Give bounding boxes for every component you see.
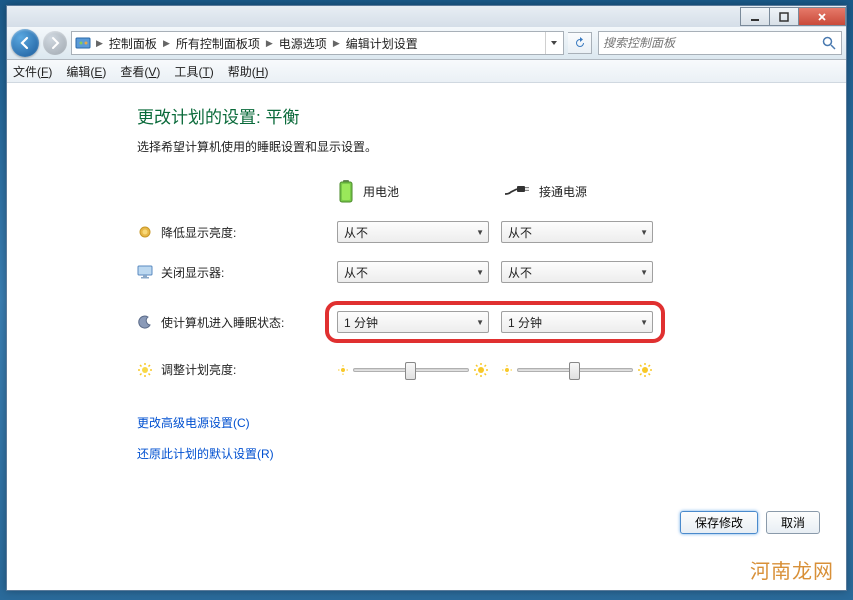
columns-header: 用电池 接通电源 [137,179,820,203]
display-battery-dropdown[interactable]: 从不▼ [337,261,489,283]
row-brightness-label: 调整计划亮度: [161,361,236,378]
cancel-button[interactable]: 取消 [766,511,820,534]
dim-icon [137,224,153,240]
maximize-button[interactable] [769,7,799,26]
chevron-down-icon: ▼ [476,228,484,237]
chevron-down-icon: ▼ [476,268,484,277]
breadcrumb-item[interactable]: 控制面板 [107,35,159,52]
dim-plugged-dropdown[interactable]: 从不▼ [501,221,653,243]
slider-thumb[interactable] [405,362,416,380]
content: 更改计划的设置: 平衡 选择希望计算机使用的睡眠设置和显示设置。 用电池 接通电… [7,83,846,590]
control-panel-icon [74,34,92,52]
chevron-down-icon: ▼ [640,228,648,237]
sun-large-icon [473,362,489,378]
watermark: 河南龙网 [750,555,834,584]
row-sleep: 使计算机进入睡眠状态: 1 分钟▼ 1 分钟▼ [137,301,820,343]
brightness-battery-slider[interactable] [337,362,489,378]
titlebar [7,6,846,27]
slider-track[interactable] [353,368,469,372]
plug-icon [503,184,531,198]
sleep-battery-dropdown[interactable]: 1 分钟▼ [337,311,489,333]
row-display-label: 关闭显示器: [161,264,224,281]
nav-back-button[interactable] [11,29,39,57]
chevron-down-icon: ▼ [476,318,484,327]
minimize-button[interactable] [740,7,770,26]
chevron-down-icon: ▼ [640,268,648,277]
brightness-plugged-slider[interactable] [501,362,653,378]
chevron-right-icon: ▶ [329,38,344,49]
monitor-icon [137,264,153,280]
dim-battery-dropdown[interactable]: 从不▼ [337,221,489,243]
window-buttons [741,7,846,26]
row-dim-label: 降低显示亮度: [161,224,236,241]
restore-defaults-link[interactable]: 还原此计划的默认设置(R) [137,445,820,462]
nav-forward-button[interactable] [43,31,67,55]
breadcrumb-dropdown[interactable] [545,32,561,54]
refresh-button[interactable] [568,32,592,54]
breadcrumb-item[interactable]: 编辑计划设置 [344,35,420,52]
search-box[interactable] [598,31,842,55]
navbar: ▶ 控制面板 ▶ 所有控制面板项 ▶ 电源选项 ▶ 编辑计划设置 [7,27,846,60]
sun-large-icon [637,362,653,378]
sun-small-icon [337,364,349,376]
sun-small-icon [501,364,513,376]
row-dim: 降低显示亮度: 从不▼ 从不▼ [137,221,820,243]
highlight-box: 1 分钟▼ 1 分钟▼ [325,301,665,343]
breadcrumb[interactable]: ▶ 控制面板 ▶ 所有控制面板项 ▶ 电源选项 ▶ 编辑计划设置 [71,31,564,55]
menubar: 文件(F) 编辑(E) 查看(V) 工具(T) 帮助(H) [7,60,846,83]
search-icon [821,35,837,51]
action-buttons: 保存修改 取消 [680,511,820,534]
row-brightness: 调整计划亮度: [137,361,820,378]
menu-view[interactable]: 查看(V) [120,63,160,80]
menu-tools[interactable]: 工具(T) [174,63,213,80]
row-display: 关闭显示器: 从不▼ 从不▼ [137,261,820,283]
brightness-icon [137,362,153,378]
links: 更改高级电源设置(C) 还原此计划的默认设置(R) [137,414,820,462]
save-button[interactable]: 保存修改 [680,511,758,534]
chevron-right-icon: ▶ [92,38,107,49]
breadcrumb-item[interactable]: 所有控制面板项 [174,35,262,52]
menu-file[interactable]: 文件(F) [13,63,52,80]
breadcrumb-item[interactable]: 电源选项 [277,35,329,52]
menu-help[interactable]: 帮助(H) [228,63,269,80]
column-plugged: 接通电源 [503,183,669,200]
column-plugged-label: 接通电源 [539,183,587,200]
page-title: 更改计划的设置: 平衡 [137,103,820,128]
battery-icon [337,179,355,203]
chevron-right-icon: ▶ [262,38,277,49]
slider-track[interactable] [517,368,633,372]
advanced-settings-link[interactable]: 更改高级电源设置(C) [137,414,820,431]
sleep-plugged-dropdown[interactable]: 1 分钟▼ [501,311,653,333]
window: ▶ 控制面板 ▶ 所有控制面板项 ▶ 电源选项 ▶ 编辑计划设置 文件(F) 编… [6,5,847,591]
column-battery: 用电池 [337,179,503,203]
menu-edit[interactable]: 编辑(E) [66,63,106,80]
sleep-icon [137,314,153,330]
slider-thumb[interactable] [569,362,580,380]
search-input[interactable] [603,36,821,50]
column-battery-label: 用电池 [363,183,399,200]
row-sleep-label: 使计算机进入睡眠状态: [161,314,284,331]
display-plugged-dropdown[interactable]: 从不▼ [501,261,653,283]
chevron-down-icon: ▼ [640,318,648,327]
page-subtitle: 选择希望计算机使用的睡眠设置和显示设置。 [137,138,820,155]
close-button[interactable] [798,7,846,26]
chevron-right-icon: ▶ [159,38,174,49]
